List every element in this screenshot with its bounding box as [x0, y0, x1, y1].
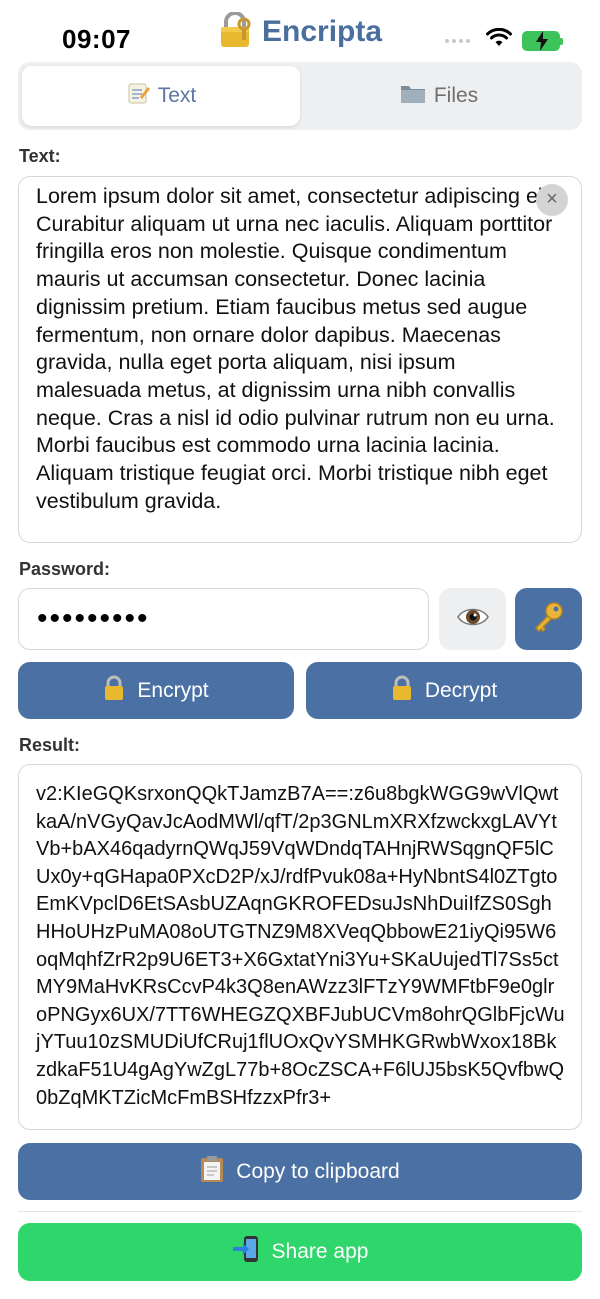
battery-charging-icon	[522, 30, 563, 51]
wifi-icon	[486, 27, 512, 53]
decrypt-button[interactable]: Decrypt	[306, 662, 582, 719]
key-icon	[532, 600, 566, 639]
share-app-button[interactable]: Share app	[18, 1223, 582, 1281]
phone-with-arrow-icon	[232, 1235, 260, 1269]
memo-icon	[126, 81, 150, 111]
encrypt-button[interactable]: Encrypt	[18, 662, 294, 719]
password-label: Password:	[19, 559, 111, 579]
show-password-button[interactable]	[439, 588, 506, 650]
tab-files[interactable]: Files	[300, 66, 578, 126]
text-input-value: Lorem ipsum dolor sit amet, consectetur …	[36, 184, 560, 513]
generate-key-button[interactable]	[515, 588, 582, 650]
lock-icon	[391, 675, 413, 707]
tab-files-label: Files	[433, 84, 479, 107]
share-label: Share app	[271, 1240, 369, 1263]
result-label: Result:	[19, 735, 81, 755]
text-input[interactable]: Lorem ipsum dolor sit amet, consectetur …	[18, 176, 582, 543]
lock-with-key-icon	[218, 10, 252, 53]
status-time: 09:07	[62, 24, 131, 54]
tab-text-label: Text	[157, 84, 197, 107]
encrypt-label: Encrypt	[137, 678, 209, 702]
status-bar: 09:07 Encripta	[0, 0, 600, 62]
result-value: v2:KIeGQKsrxonQQkTJamzB7A==:z6u8bgkWGG9w…	[36, 783, 565, 1109]
lock-icon	[103, 675, 125, 707]
app-header: Encripta	[218, 10, 383, 53]
password-value: •••••••••	[37, 602, 150, 635]
decrypt-label: Decrypt	[424, 678, 498, 702]
password-field[interactable]: •••••••••	[18, 588, 429, 650]
copy-to-clipboard-button[interactable]: Copy to clipboard	[18, 1143, 582, 1200]
clipboard-icon	[200, 1155, 224, 1189]
text-label: Text:	[19, 146, 61, 166]
clear-icon: ×	[546, 188, 558, 210]
folder-icon	[400, 82, 426, 110]
app-title: Encripta	[262, 15, 383, 48]
eye-icon	[456, 606, 489, 633]
status-icons	[445, 27, 563, 53]
copy-label: Copy to clipboard	[236, 1159, 400, 1183]
signal-dots-icon	[445, 38, 470, 43]
divider	[18, 1211, 582, 1212]
mode-segmented-control: Text Files	[18, 62, 582, 130]
clear-text-button[interactable]: ×	[536, 184, 568, 216]
tab-text[interactable]: Text	[22, 66, 300, 126]
result-output[interactable]: v2:KIeGQKsrxonQQkTJamzB7A==:z6u8bgkWGG9w…	[18, 764, 582, 1130]
